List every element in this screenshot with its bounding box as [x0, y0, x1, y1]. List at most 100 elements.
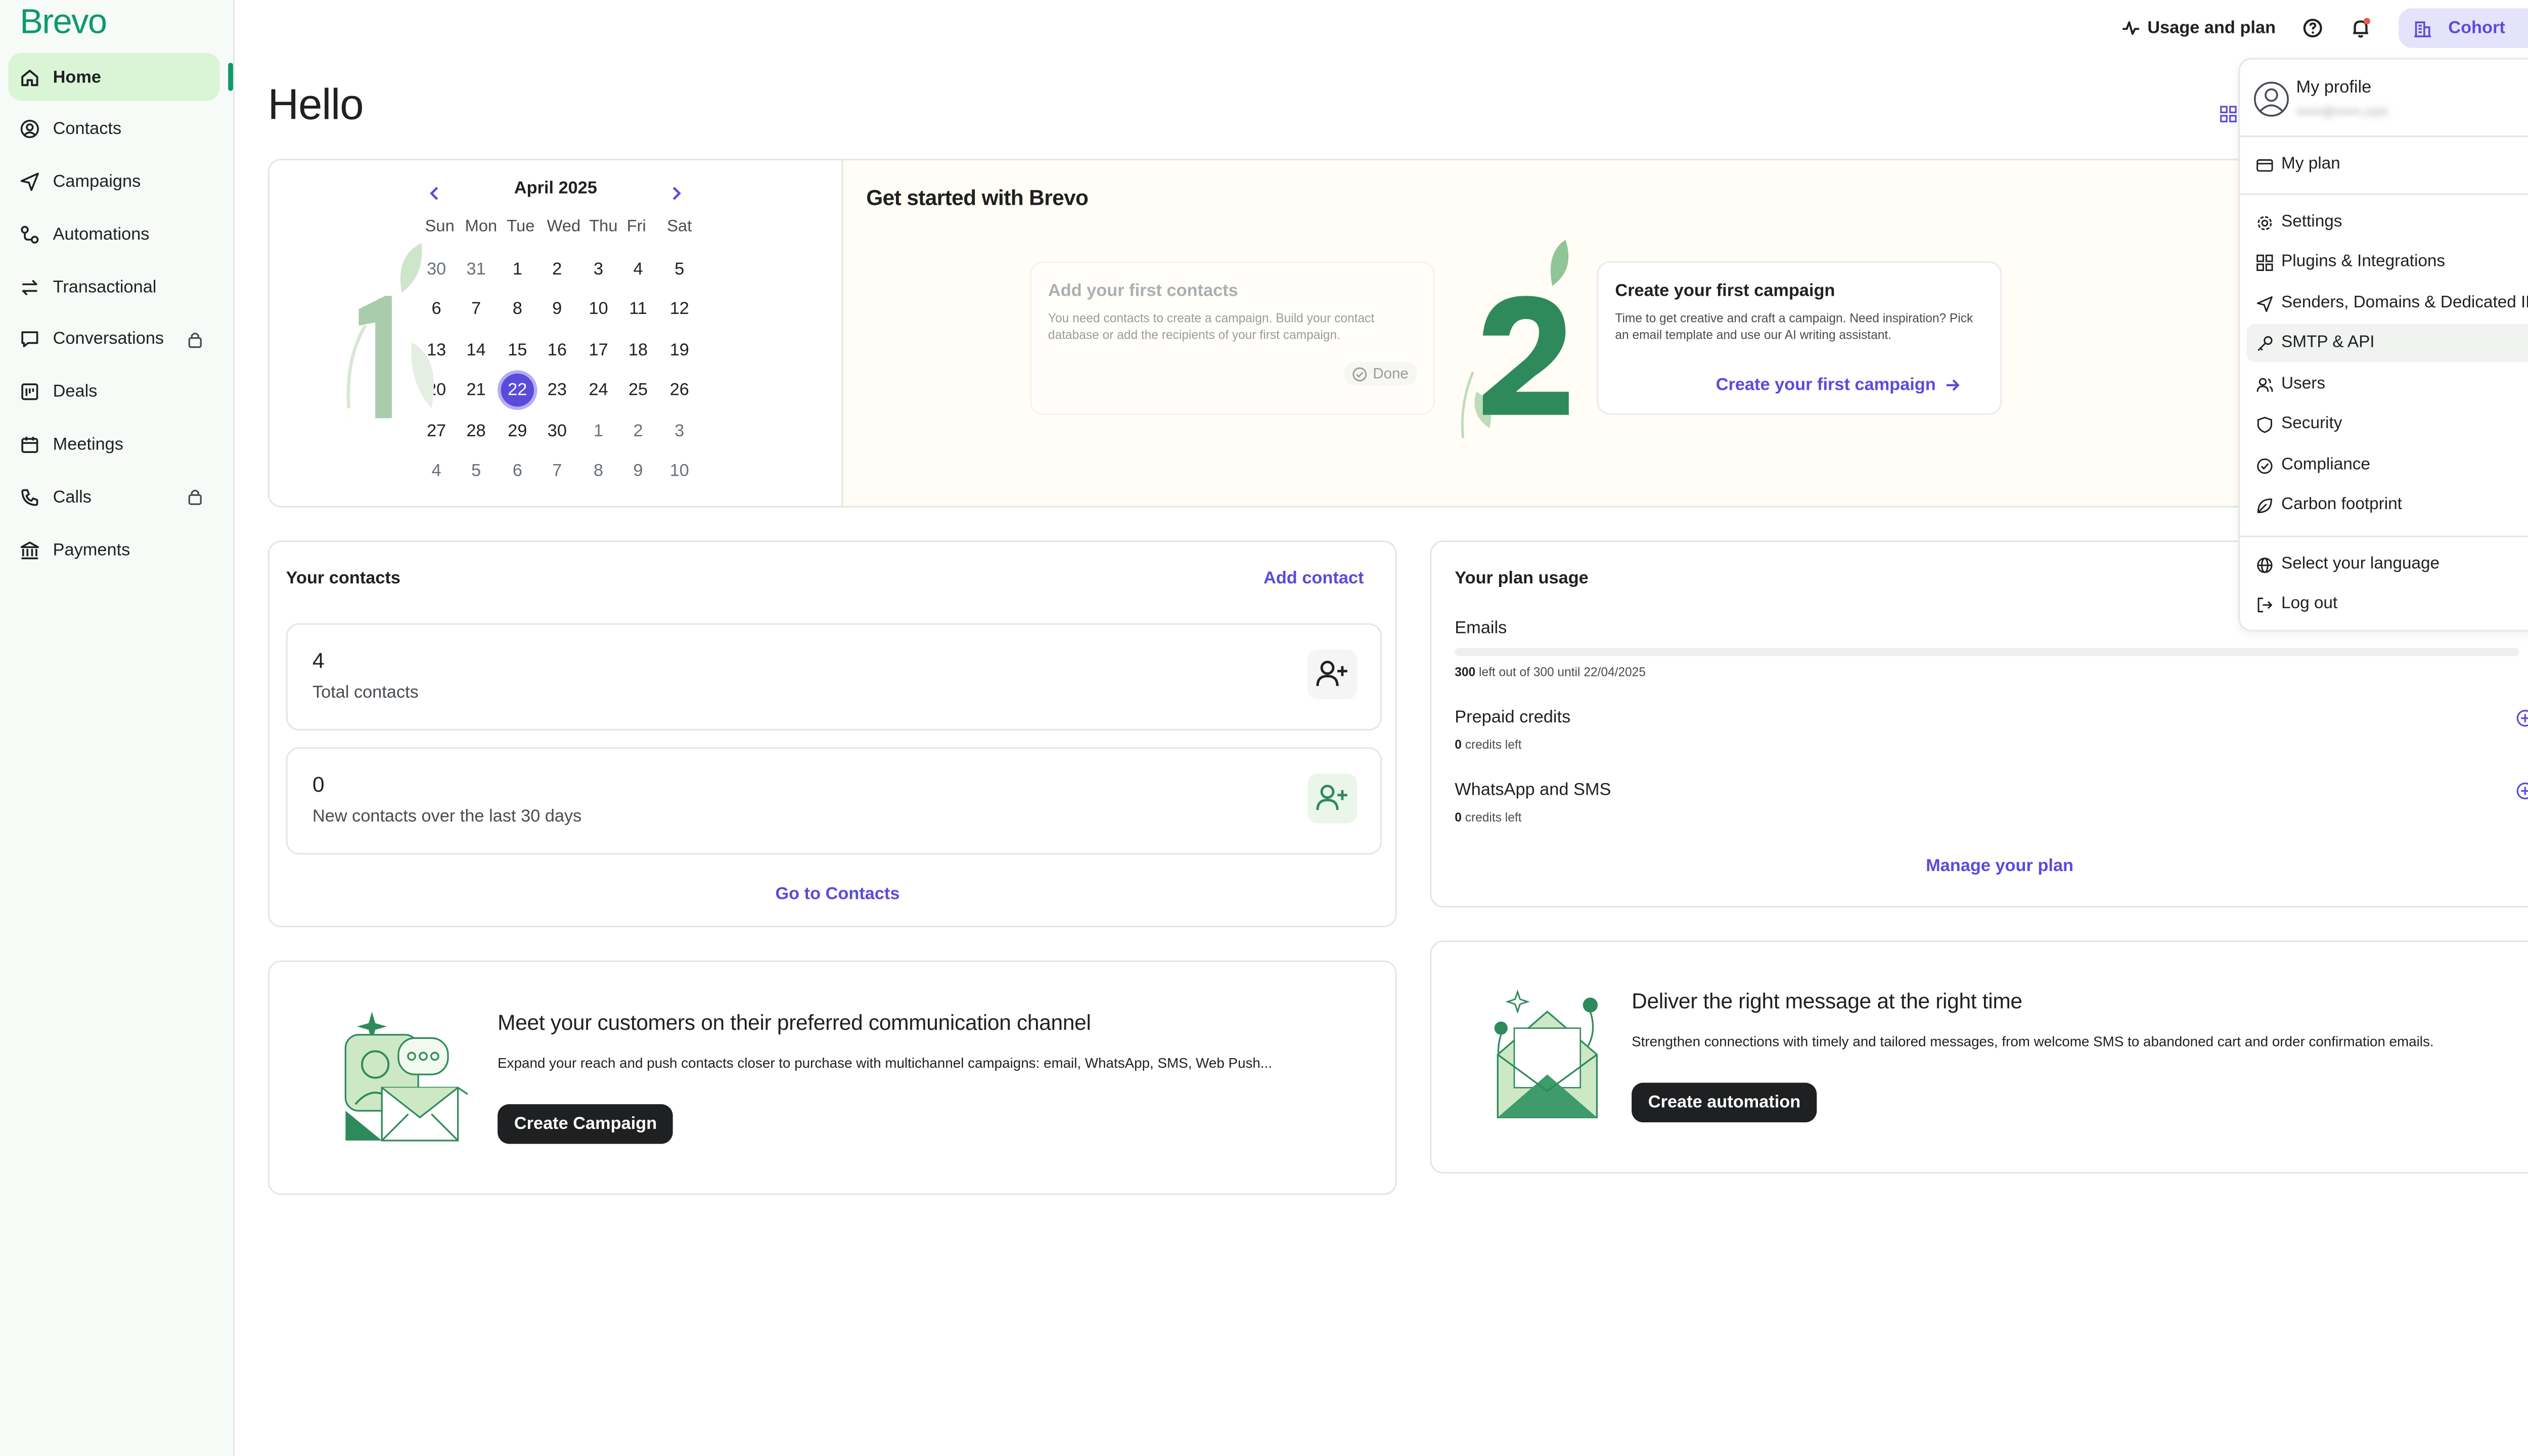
- my-plan-item[interactable]: My plan: [2246, 146, 2528, 184]
- add-user-icon: [1307, 649, 1358, 700]
- calendar-day[interactable]: 3: [660, 412, 699, 451]
- sidebar-item-campaigns[interactable]: Campaigns: [8, 158, 228, 206]
- go-to-contacts-link[interactable]: Go to Contacts: [775, 884, 899, 904]
- calendar-day[interactable]: 31: [456, 250, 495, 289]
- calendar-day[interactable]: 7: [456, 289, 495, 329]
- calendar-day[interactable]: 14: [456, 331, 495, 370]
- gear-icon: [2256, 214, 2273, 231]
- total-contacts-value: 4: [312, 648, 325, 673]
- whatsapp-sms-label: WhatsApp and SMS: [1455, 780, 1611, 800]
- calendar-day[interactable]: 29: [498, 412, 537, 451]
- help-icon[interactable]: [2301, 17, 2324, 40]
- calendar-day[interactable]: 8: [578, 451, 618, 491]
- menu-item-users[interactable]: Users: [2246, 366, 2528, 403]
- sidebar-item-conversations[interactable]: Conversations: [8, 315, 228, 363]
- add-prepaid-credits-icon[interactable]: [2516, 706, 2528, 727]
- add-whatsapp-sms-credits-icon[interactable]: [2516, 779, 2528, 800]
- menu-item-smtp-api[interactable]: SMTP & API: [2246, 324, 2528, 362]
- globe-icon: [2256, 556, 2273, 573]
- total-contacts-card[interactable]: 4 Total contacts: [286, 623, 1382, 731]
- sidebar-item-meetings[interactable]: Meetings: [8, 421, 228, 469]
- calendar-day[interactable]: 12: [660, 289, 699, 329]
- sidebar-resize-handle[interactable]: [228, 63, 234, 91]
- menu-item-compliance[interactable]: Compliance: [2246, 446, 2528, 484]
- grid-icon[interactable]: [2220, 101, 2237, 122]
- account-menu-button[interactable]: Cohort: [2399, 8, 2528, 48]
- calendar-day[interactable]: 1: [498, 250, 537, 289]
- menu-item-senders-domains[interactable]: Senders, Domains & Dedicated IPs: [2246, 284, 2528, 322]
- calendar-day[interactable]: 5: [660, 250, 699, 289]
- sidebar-item-home[interactable]: Home: [8, 53, 220, 101]
- new-contacts-card[interactable]: 0 New contacts over the last 30 days: [286, 747, 1382, 855]
- menu-item-label: Compliance: [2281, 456, 2370, 475]
- calendar-next-month-button[interactable]: [668, 180, 685, 200]
- calendar-day[interactable]: 2: [618, 412, 658, 451]
- notification-bell-icon[interactable]: [2349, 17, 2372, 40]
- multichannel-promo-title: Meet your customers on their preferred c…: [498, 1010, 1091, 1035]
- create-first-campaign-link[interactable]: Create your first campaign: [1716, 375, 1961, 395]
- calendar-day[interactable]: 21: [456, 370, 495, 410]
- menu-item-security[interactable]: Security: [2246, 405, 2528, 443]
- step-add-contacts-card[interactable]: Add your first contacts You need contact…: [1029, 261, 1435, 415]
- calendar-day[interactable]: 10: [578, 289, 618, 329]
- my-profile-item[interactable]: My profile ••••••@••••••.com: [2253, 76, 2528, 125]
- calendar-day[interactable]: 7: [537, 451, 577, 491]
- calendar-day[interactable]: 8: [498, 289, 537, 329]
- calendar-day[interactable]: 5: [456, 451, 495, 491]
- calendar-day[interactable]: 24: [578, 370, 618, 410]
- usage-and-plan-button[interactable]: Usage and plan: [2121, 17, 2276, 40]
- step-create-campaign-card[interactable]: Create your first campaign Time to get c…: [1597, 261, 2002, 415]
- calendar-day[interactable]: 30: [537, 412, 577, 451]
- calendar-day[interactable]: 15: [498, 331, 537, 370]
- lock-icon: [187, 331, 203, 349]
- calendar-day[interactable]: 23: [537, 370, 577, 410]
- menu-item-language[interactable]: Select your language: [2246, 545, 2528, 583]
- add-contact-link[interactable]: Add contact: [1263, 569, 1364, 588]
- sidebar-item-transactional[interactable]: Transactional: [8, 263, 228, 311]
- calendar-day[interactable]: 19: [660, 331, 699, 370]
- calendar-day[interactable]: 16: [537, 331, 577, 370]
- calendar-day[interactable]: 9: [537, 289, 577, 329]
- profile-email: ••••••@••••••.com: [2296, 104, 2388, 119]
- calendar-prev-month-button[interactable]: [427, 180, 443, 200]
- menu-item-plugins-integrations[interactable]: Plugins & Integrations: [2246, 243, 2528, 281]
- calendar-day[interactable]: 6: [498, 451, 537, 491]
- sidebar-item-deals[interactable]: Deals: [8, 368, 228, 416]
- done-label: Done: [1373, 365, 1409, 382]
- sidebar-item-calls[interactable]: Calls: [8, 473, 228, 521]
- calendar-day[interactable]: 9: [618, 451, 658, 491]
- calendar-day[interactable]: 2: [537, 250, 577, 289]
- create-automation-button[interactable]: Create automation: [1632, 1082, 1817, 1123]
- calendar-day[interactable]: 28: [456, 412, 495, 451]
- chat-icon: [20, 330, 39, 349]
- calendar-day[interactable]: 18: [618, 331, 658, 370]
- menu-item-label: Carbon footprint: [2281, 495, 2402, 514]
- brevo-logo[interactable]: Brevo: [20, 4, 107, 43]
- menu-item-carbon-footprint[interactable]: Carbon footprint: [2246, 486, 2528, 524]
- calendar-day[interactable]: 11: [618, 289, 658, 329]
- calendar-day[interactable]: 1: [578, 412, 618, 451]
- calendar-weekday: Sun: [425, 218, 455, 237]
- sidebar-item-automations[interactable]: Automations: [8, 211, 228, 259]
- sidebar: Brevo Home Contacts Campaigns Automation…: [0, 0, 235, 1456]
- calendar-day[interactable]: 22: [498, 370, 537, 410]
- calendar-day[interactable]: 25: [618, 370, 658, 410]
- add-user-icon: [1307, 774, 1358, 824]
- calendar-day[interactable]: 26: [660, 370, 699, 410]
- create-campaign-button[interactable]: Create Campaign: [498, 1104, 673, 1144]
- manage-plan-link[interactable]: Manage your plan: [1926, 856, 2073, 876]
- menu-item-label: Security: [2281, 415, 2342, 433]
- calendar-day[interactable]: 10: [660, 451, 699, 491]
- logout-icon: [2256, 596, 2273, 613]
- sidebar-item-label: Calls: [53, 487, 92, 508]
- calendar-day[interactable]: 17: [578, 331, 618, 370]
- sidebar-item-payments[interactable]: Payments: [8, 526, 228, 574]
- calendar-icon: [20, 435, 39, 454]
- menu-item-settings[interactable]: Settings: [2246, 203, 2528, 241]
- calendar-day[interactable]: 4: [417, 451, 456, 491]
- calendar-day[interactable]: 3: [578, 250, 618, 289]
- sidebar-item-contacts[interactable]: Contacts: [8, 106, 228, 154]
- menu-item-logout[interactable]: Log out: [2246, 585, 2528, 623]
- page-title: Hello: [267, 79, 364, 129]
- calendar-day[interactable]: 4: [618, 250, 658, 289]
